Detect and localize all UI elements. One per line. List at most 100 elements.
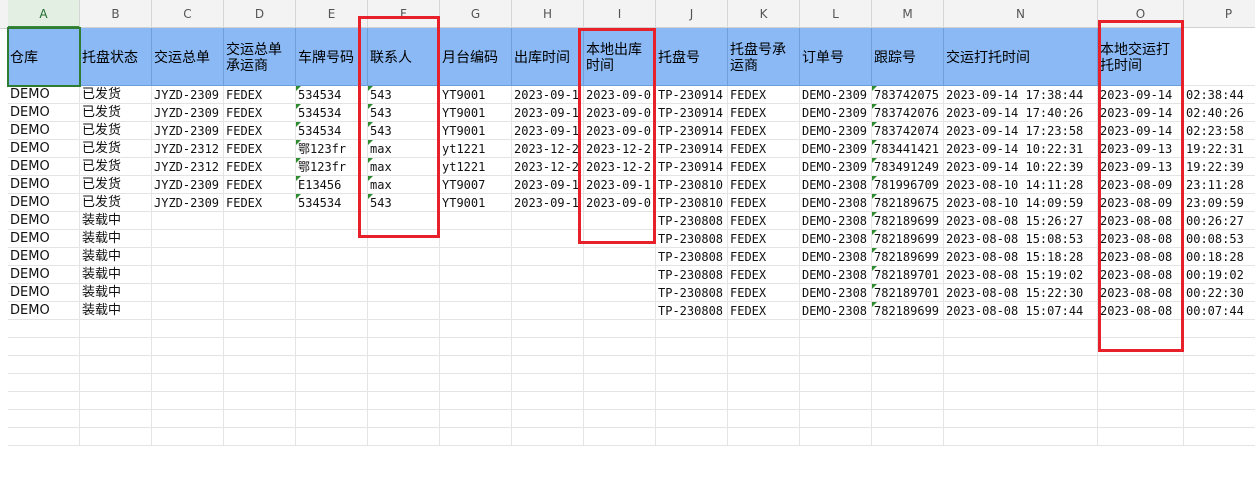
cell-f8[interactable]: 543 [368, 194, 440, 212]
empty-cell[interactable] [1098, 428, 1184, 446]
empty-cell[interactable] [152, 356, 224, 374]
empty-cell[interactable] [152, 338, 224, 356]
cell-m2[interactable]: 783742075 [872, 86, 944, 104]
cell-a11[interactable]: DEMO [8, 248, 80, 266]
column-header-f[interactable]: F [368, 0, 440, 28]
cell-i11[interactable] [584, 248, 656, 266]
empty-cell[interactable] [152, 428, 224, 446]
cell-f5[interactable]: max [368, 140, 440, 158]
cell-a5[interactable]: DEMO [8, 140, 80, 158]
header-cell-c[interactable]: 交运总单 [152, 28, 224, 86]
header-cell-d[interactable]: 交运总单承运商 [224, 28, 296, 86]
empty-cell[interactable] [1098, 356, 1184, 374]
cell-b5[interactable]: 已发货 [80, 140, 152, 158]
cell-n11[interactable]: 2023-08-08 15:18:28 [944, 248, 1098, 266]
cell-l12[interactable]: DEMO-2308 [800, 266, 872, 284]
cell-f10[interactable] [368, 230, 440, 248]
empty-cell[interactable] [800, 428, 872, 446]
cell-d7[interactable]: FEDEX [224, 176, 296, 194]
empty-cell[interactable] [1184, 410, 1255, 428]
cell-c7[interactable]: JYZD-2309 [152, 176, 224, 194]
cell-k13[interactable]: FEDEX [728, 284, 800, 302]
empty-cell[interactable] [224, 356, 296, 374]
cell-g7[interactable]: YT9007 [440, 176, 512, 194]
empty-cell[interactable] [656, 356, 728, 374]
cell-g2[interactable]: YT9001 [440, 86, 512, 104]
empty-cell[interactable] [872, 338, 944, 356]
cell-l5[interactable]: DEMO-2309 [800, 140, 872, 158]
cell-f11[interactable] [368, 248, 440, 266]
empty-cell[interactable] [224, 338, 296, 356]
cell-g12[interactable] [440, 266, 512, 284]
cell-a14[interactable]: DEMO [8, 302, 80, 320]
header-cell-k[interactable]: 托盘号承运商 [728, 28, 800, 86]
empty-cell[interactable] [584, 410, 656, 428]
empty-cell[interactable] [1184, 374, 1255, 392]
spreadsheet-grid[interactable]: A B C D E F G H I J K L M N O P 仓库 托盘状态 交运总单 交运总单承运商 车牌号码 联系人… [0, 0, 1255, 480]
cell-f14[interactable] [368, 302, 440, 320]
empty-cell[interactable] [656, 410, 728, 428]
cell-g6[interactable]: yt1221 [440, 158, 512, 176]
empty-cell[interactable] [728, 356, 800, 374]
empty-cell[interactable] [80, 428, 152, 446]
cell-l9[interactable]: DEMO-2308 [800, 212, 872, 230]
cell-j7[interactable]: TP-230810 [656, 176, 728, 194]
cell-o7[interactable]: 2023-08-09 [1098, 176, 1184, 194]
empty-cell[interactable] [800, 320, 872, 338]
cell-k4[interactable]: FEDEX [728, 122, 800, 140]
cell-h4[interactable]: 2023-09-1 [512, 122, 584, 140]
empty-cell[interactable] [584, 356, 656, 374]
cell-d8[interactable]: FEDEX [224, 194, 296, 212]
cell-o13[interactable]: 2023-08-08 [1098, 284, 1184, 302]
header-cell-i[interactable]: 本地出库时间 [584, 28, 656, 86]
empty-cell[interactable] [800, 410, 872, 428]
column-header-m[interactable]: M [872, 0, 944, 28]
cell-c2[interactable]: JYZD-2309 [152, 86, 224, 104]
cell-n8[interactable]: 2023-08-10 14:09:59 [944, 194, 1098, 212]
empty-cell[interactable] [728, 338, 800, 356]
empty-cell[interactable] [440, 338, 512, 356]
cell-j8[interactable]: TP-230810 [656, 194, 728, 212]
cell-i4[interactable]: 2023-09-0 [584, 122, 656, 140]
cell-n6[interactable]: 2023-09-14 10:22:39 [944, 158, 1098, 176]
cell-f7[interactable]: max [368, 176, 440, 194]
column-header-p[interactable]: P [1184, 0, 1255, 28]
empty-cell[interactable] [1098, 392, 1184, 410]
empty-cell[interactable] [8, 356, 80, 374]
cell-n3[interactable]: 2023-09-14 17:40:26 [944, 104, 1098, 122]
empty-cell[interactable] [872, 410, 944, 428]
cell-f3[interactable]: 543 [368, 104, 440, 122]
cell-e4[interactable]: 534534 [296, 122, 368, 140]
cell-l4[interactable]: DEMO-2309 [800, 122, 872, 140]
empty-cell[interactable] [152, 392, 224, 410]
empty-cell[interactable] [656, 338, 728, 356]
cell-g14[interactable] [440, 302, 512, 320]
header-cell-a[interactable]: 仓库 [8, 28, 80, 86]
cell-g4[interactable]: YT9001 [440, 122, 512, 140]
cell-p11[interactable]: 00:18:28 [1184, 248, 1255, 266]
cell-a6[interactable]: DEMO [8, 158, 80, 176]
cell-i13[interactable] [584, 284, 656, 302]
cell-f13[interactable] [368, 284, 440, 302]
cell-j2[interactable]: TP-230914 [656, 86, 728, 104]
cell-b2[interactable]: 已发货 [80, 86, 152, 104]
cell-a7[interactable]: DEMO [8, 176, 80, 194]
cell-c3[interactable]: JYZD-2309 [152, 104, 224, 122]
cell-l3[interactable]: DEMO-2309 [800, 104, 872, 122]
column-header-j[interactable]: J [656, 0, 728, 28]
cell-p5[interactable]: 19:22:31 [1184, 140, 1255, 158]
empty-cell[interactable] [368, 320, 440, 338]
cell-l2[interactable]: DEMO-2309 [800, 86, 872, 104]
empty-cell[interactable] [872, 392, 944, 410]
empty-cell[interactable] [728, 392, 800, 410]
empty-cell[interactable] [152, 410, 224, 428]
cell-b4[interactable]: 已发货 [80, 122, 152, 140]
cell-c13[interactable] [152, 284, 224, 302]
empty-cell[interactable] [944, 410, 1098, 428]
cell-o10[interactable]: 2023-08-08 [1098, 230, 1184, 248]
cell-g11[interactable] [440, 248, 512, 266]
column-header-d[interactable]: D [224, 0, 296, 28]
cell-n9[interactable]: 2023-08-08 15:26:27 [944, 212, 1098, 230]
cell-f9[interactable] [368, 212, 440, 230]
empty-cell[interactable] [8, 338, 80, 356]
